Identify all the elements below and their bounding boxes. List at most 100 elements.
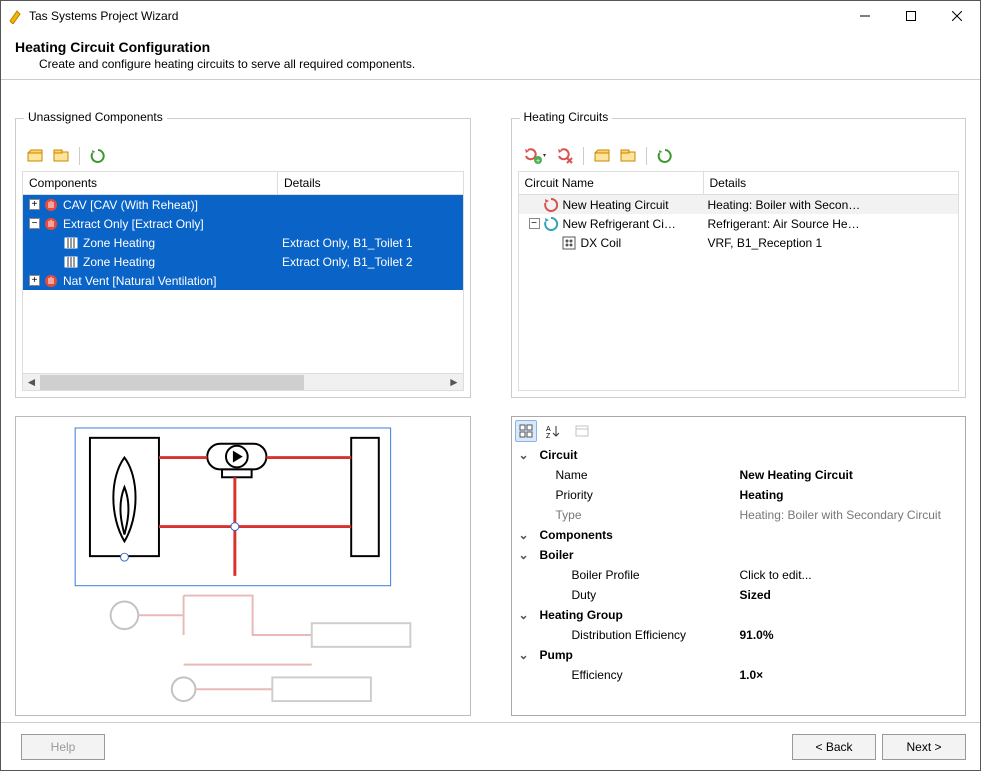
col-circuit-details[interactable]: Details	[704, 172, 959, 194]
property-category[interactable]: ⌄Heating Group	[512, 605, 966, 625]
heating-circuits-panel: Heating Circuits + Circuit Name Details …	[511, 118, 967, 398]
tree-row[interactable]: +Nat Vent [Natural Ventilation]	[23, 271, 463, 290]
toolbar-separator	[646, 147, 647, 165]
property-toolbar: AZ	[512, 417, 966, 445]
property-row[interactable]: TypeHeating: Boiler with Secondary Circu…	[512, 505, 966, 525]
property-name: Type	[536, 506, 736, 524]
unassigned-tree[interactable]: +CAV [CAV (With Reheat)] − Extract Only [E…	[22, 195, 464, 374]
tree-row[interactable]: − Extract Only [Extract Only]	[23, 214, 463, 233]
property-row[interactable]: Efficiency1.0×	[512, 665, 966, 685]
next-button[interactable]: Next >	[882, 734, 966, 760]
col-circuit-name[interactable]: Circuit Name	[519, 172, 704, 194]
expand-all-button[interactable]	[24, 145, 46, 167]
collapse-all-circuits-button[interactable]	[617, 145, 639, 167]
tree-row[interactable]: Zone HeatingExtract Only, B1_Toilet 2	[23, 252, 463, 271]
categorized-view-button[interactable]	[515, 420, 537, 442]
property-row[interactable]: DutySized	[512, 585, 966, 605]
alphabetical-view-button[interactable]: AZ	[541, 420, 563, 442]
circuits-toolbar: +	[518, 143, 960, 171]
close-button[interactable]	[934, 1, 980, 31]
tree-label: DX Coil	[581, 236, 622, 250]
chevron-down-icon[interactable]: ⌄	[512, 448, 536, 462]
expand-icon[interactable]: +	[29, 275, 40, 286]
chevron-down-icon[interactable]: ⌄	[512, 548, 536, 562]
property-pages-button[interactable]	[571, 420, 593, 442]
refresh-button[interactable]	[87, 145, 109, 167]
collapse-icon[interactable]: −	[529, 218, 540, 229]
circuits-tree[interactable]: New Heating CircuitHeating: Boiler with …	[518, 195, 960, 391]
hand-icon	[44, 217, 58, 231]
property-value[interactable]: Heating: Boiler with Secondary Circuit	[736, 506, 966, 524]
tree-label: New Heating Circuit	[563, 198, 669, 212]
svg-text:Z: Z	[546, 433, 551, 438]
property-name: Efficiency	[536, 666, 736, 684]
zone-icon	[64, 255, 78, 269]
scroll-right-button[interactable]: ►	[446, 375, 463, 390]
property-name: Name	[536, 466, 736, 484]
help-button[interactable]: Help	[21, 734, 105, 760]
tree-row[interactable]: DX Coil VRF, B1_Reception 1	[519, 233, 959, 252]
tree-label: New Refrigerant Ci…	[563, 217, 676, 231]
category-label: Circuit	[536, 446, 736, 464]
col-components[interactable]: Components	[23, 172, 278, 194]
col-details[interactable]: Details	[278, 172, 463, 194]
property-value[interactable]: New Heating Circuit	[736, 466, 966, 484]
property-value[interactable]: Click to edit...	[736, 566, 966, 584]
property-value[interactable]: Sized	[736, 586, 966, 604]
app-window: Tas Systems Project Wizard Heating Circu…	[0, 0, 981, 771]
category-label: Components	[536, 526, 736, 544]
unassigned-components-panel: Unassigned Components Components Details…	[15, 118, 471, 398]
add-circuit-button[interactable]: +	[520, 145, 550, 167]
tree-row[interactable]: +CAV [CAV (With Reheat)]	[23, 195, 463, 214]
expand-all-circuits-button[interactable]	[591, 145, 613, 167]
circuits-header: Circuit Name Details	[518, 171, 960, 195]
property-row[interactable]: NameNew Heating Circuit	[512, 465, 966, 485]
scroll-thumb[interactable]	[40, 375, 304, 390]
tree-detail: Extract Only, B1_Toilet 1	[278, 236, 463, 250]
tree-detail: Extract Only, B1_Toilet 2	[278, 255, 463, 269]
tree-row[interactable]: New Heating CircuitHeating: Boiler with …	[519, 195, 959, 214]
chevron-down-icon[interactable]: ⌄	[512, 528, 536, 542]
refresh-circuits-button[interactable]	[654, 145, 676, 167]
property-grid: AZ ⌄CircuitNameNew Heating CircuitPriori…	[511, 416, 967, 716]
collapse-icon[interactable]: −	[29, 218, 40, 229]
property-row[interactable]: PriorityHeating	[512, 485, 966, 505]
svg-text:A: A	[546, 426, 551, 433]
app-icon	[7, 8, 23, 24]
tree-detail: VRF, B1_Reception 1	[704, 236, 959, 250]
chevron-down-icon[interactable]: ⌄	[512, 648, 536, 662]
property-value[interactable]: 1.0×	[736, 666, 966, 684]
property-value[interactable]: Heating	[736, 486, 966, 504]
property-category[interactable]: ⌄Components	[512, 525, 966, 545]
tree-label: Extract Only [Extract Only]	[63, 217, 204, 231]
property-row[interactable]: Distribution Efficiency91.0%	[512, 625, 966, 645]
footer-bar: Help < Back Next >	[1, 722, 980, 770]
property-row[interactable]: Boiler ProfileClick to edit...	[512, 565, 966, 585]
circuits-legend: Heating Circuits	[520, 110, 613, 124]
circuit-diagram[interactable]	[15, 416, 471, 716]
hand-icon	[44, 198, 58, 212]
collapse-all-button[interactable]	[50, 145, 72, 167]
chevron-down-icon[interactable]: ⌄	[512, 608, 536, 622]
property-category[interactable]: ⌄Boiler	[512, 545, 966, 565]
cyc-blue-icon	[544, 217, 558, 231]
property-name: Boiler Profile	[536, 566, 736, 584]
tree-detail: Refrigerant: Air Source He…	[704, 217, 959, 231]
back-button[interactable]: < Back	[792, 734, 876, 760]
property-list[interactable]: ⌄CircuitNameNew Heating CircuitPriorityH…	[512, 445, 966, 715]
scroll-left-button[interactable]: ◄	[23, 375, 40, 390]
unassigned-toolbar	[22, 143, 464, 171]
property-category[interactable]: ⌄Pump	[512, 645, 966, 665]
horizontal-scrollbar[interactable]: ◄ ►	[22, 374, 464, 391]
unassigned-header: Components Details	[22, 171, 464, 195]
category-label: Boiler	[536, 546, 736, 564]
tree-row[interactable]: Zone HeatingExtract Only, B1_Toilet 1	[23, 233, 463, 252]
property-value[interactable]: 91.0%	[736, 626, 966, 644]
tree-row[interactable]: − New Refrigerant Ci… Refrigerant: Air Sou…	[519, 214, 959, 233]
delete-circuit-button[interactable]	[554, 145, 576, 167]
expand-icon[interactable]: +	[29, 199, 40, 210]
page-header: Heating Circuit Configuration Create and…	[1, 31, 980, 80]
property-category[interactable]: ⌄Circuit	[512, 445, 966, 465]
maximize-button[interactable]	[888, 1, 934, 31]
minimize-button[interactable]	[842, 1, 888, 31]
